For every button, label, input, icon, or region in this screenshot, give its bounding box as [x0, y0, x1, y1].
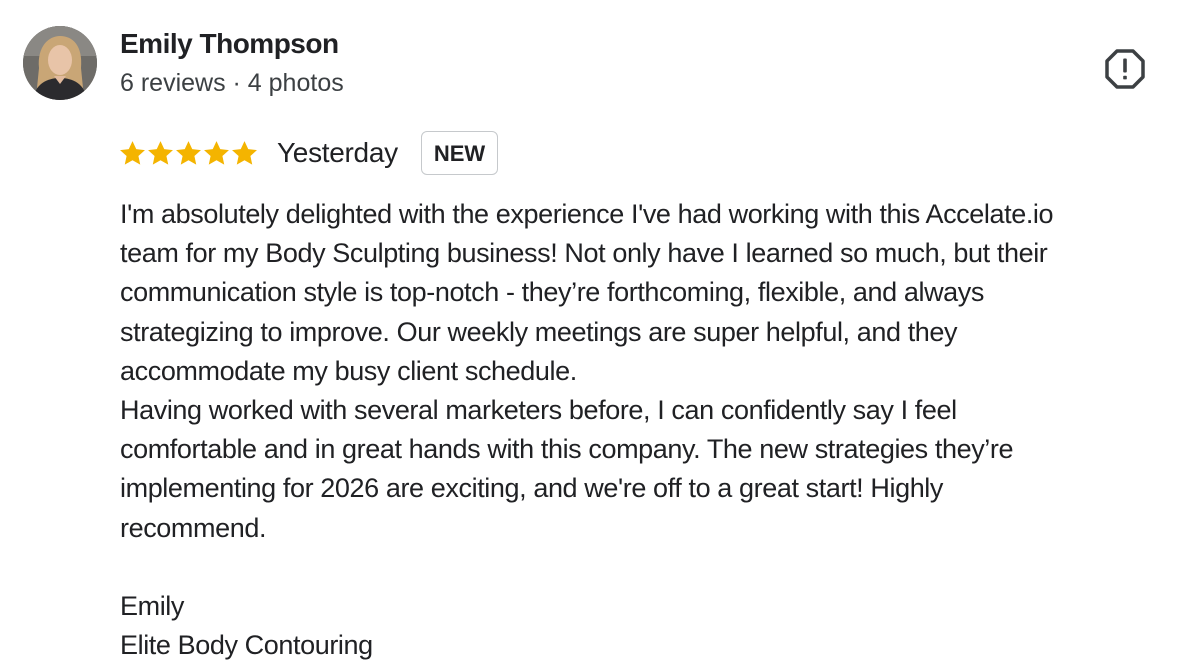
review-line: implementing for 2026 are exciting, and … [120, 473, 944, 504]
review-line: strategizing to improve. Our weekly meet… [120, 316, 958, 347]
new-badge: NEW [420, 131, 499, 175]
star-icon [148, 140, 173, 165]
avatar[interactable] [23, 26, 97, 100]
review-card: Emily Thompson 6 reviews · 4 photos Yest… [0, 0, 1200, 669]
review-line: team for my Body Sculpting business! Not… [120, 238, 1048, 269]
review-line: comfortable and in great hands with this… [120, 434, 1014, 465]
reviewer-name[interactable]: Emily Thompson [120, 28, 339, 60]
star-icon [176, 140, 201, 165]
review-line: accommodate my busy client schedule. [120, 355, 577, 386]
reviewer-meta: 6 reviews · 4 photos [120, 69, 344, 97]
star-icon [120, 140, 145, 165]
review-line: recommend. [120, 512, 267, 543]
review-line: Having worked with several marketers bef… [120, 395, 957, 426]
review-text: I'm absolutely delighted with the experi… [120, 195, 1180, 665]
review-line [120, 548, 1180, 587]
review-line: I'm absolutely delighted with the experi… [120, 199, 1054, 229]
report-flag-icon[interactable] [1104, 48, 1146, 90]
rating-row: Yesterday NEW [118, 128, 499, 178]
review-time: Yesterday [277, 137, 398, 168]
review-line: Emily [120, 591, 184, 622]
star-icon [204, 140, 229, 165]
review-line: communication style is top-notch - they’… [120, 277, 985, 308]
review-line: Elite Body Contouring [120, 630, 373, 661]
star-icon [232, 140, 257, 165]
star-rating [118, 133, 258, 173]
